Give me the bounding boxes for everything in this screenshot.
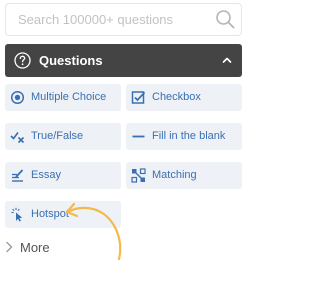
question-type-label: Matching <box>152 169 197 181</box>
question-type-essay[interactable]: Essay <box>5 162 121 189</box>
chevron-right-icon <box>6 241 13 253</box>
question-type-multiple-choice[interactable]: Multiple Choice <box>5 84 121 111</box>
question-type-label: True/False <box>31 130 84 142</box>
chevron-up-icon[interactable] <box>222 56 232 64</box>
question-type-label: Checkbox <box>152 91 201 103</box>
question-type-matching[interactable]: Matching <box>126 162 242 189</box>
essay-icon <box>12 169 24 182</box>
question-type-label: Essay <box>31 169 61 181</box>
panel-title: Questions <box>39 53 103 68</box>
question-type-fill-in-the-blank[interactable]: Fill in the blank <box>126 123 242 150</box>
question-type-label: Multiple Choice <box>31 91 107 103</box>
help-icon <box>14 52 31 69</box>
question-type-label: Hotspot <box>31 208 69 220</box>
true-false-icon <box>10 131 25 144</box>
question-type-checkbox[interactable]: Checkbox <box>126 84 242 111</box>
questions-header[interactable]: Questions <box>5 44 242 77</box>
question-type-hotspot[interactable]: Hotspot <box>5 201 121 228</box>
question-type-label: Fill in the blank <box>152 130 226 142</box>
question-type-true-false[interactable]: True/False <box>5 123 121 150</box>
radio-icon <box>10 90 25 105</box>
matching-icon <box>131 168 146 183</box>
hotspot-icon <box>11 207 23 222</box>
more-label: More <box>20 240 50 255</box>
search-box[interactable] <box>5 3 242 36</box>
checkbox-icon <box>131 91 146 104</box>
blank-line-icon <box>132 135 145 138</box>
search-input[interactable] <box>18 4 208 35</box>
question-type-panel: Questions Multiple Choice Checkbox True/… <box>0 0 252 300</box>
search-icon[interactable] <box>215 9 235 29</box>
